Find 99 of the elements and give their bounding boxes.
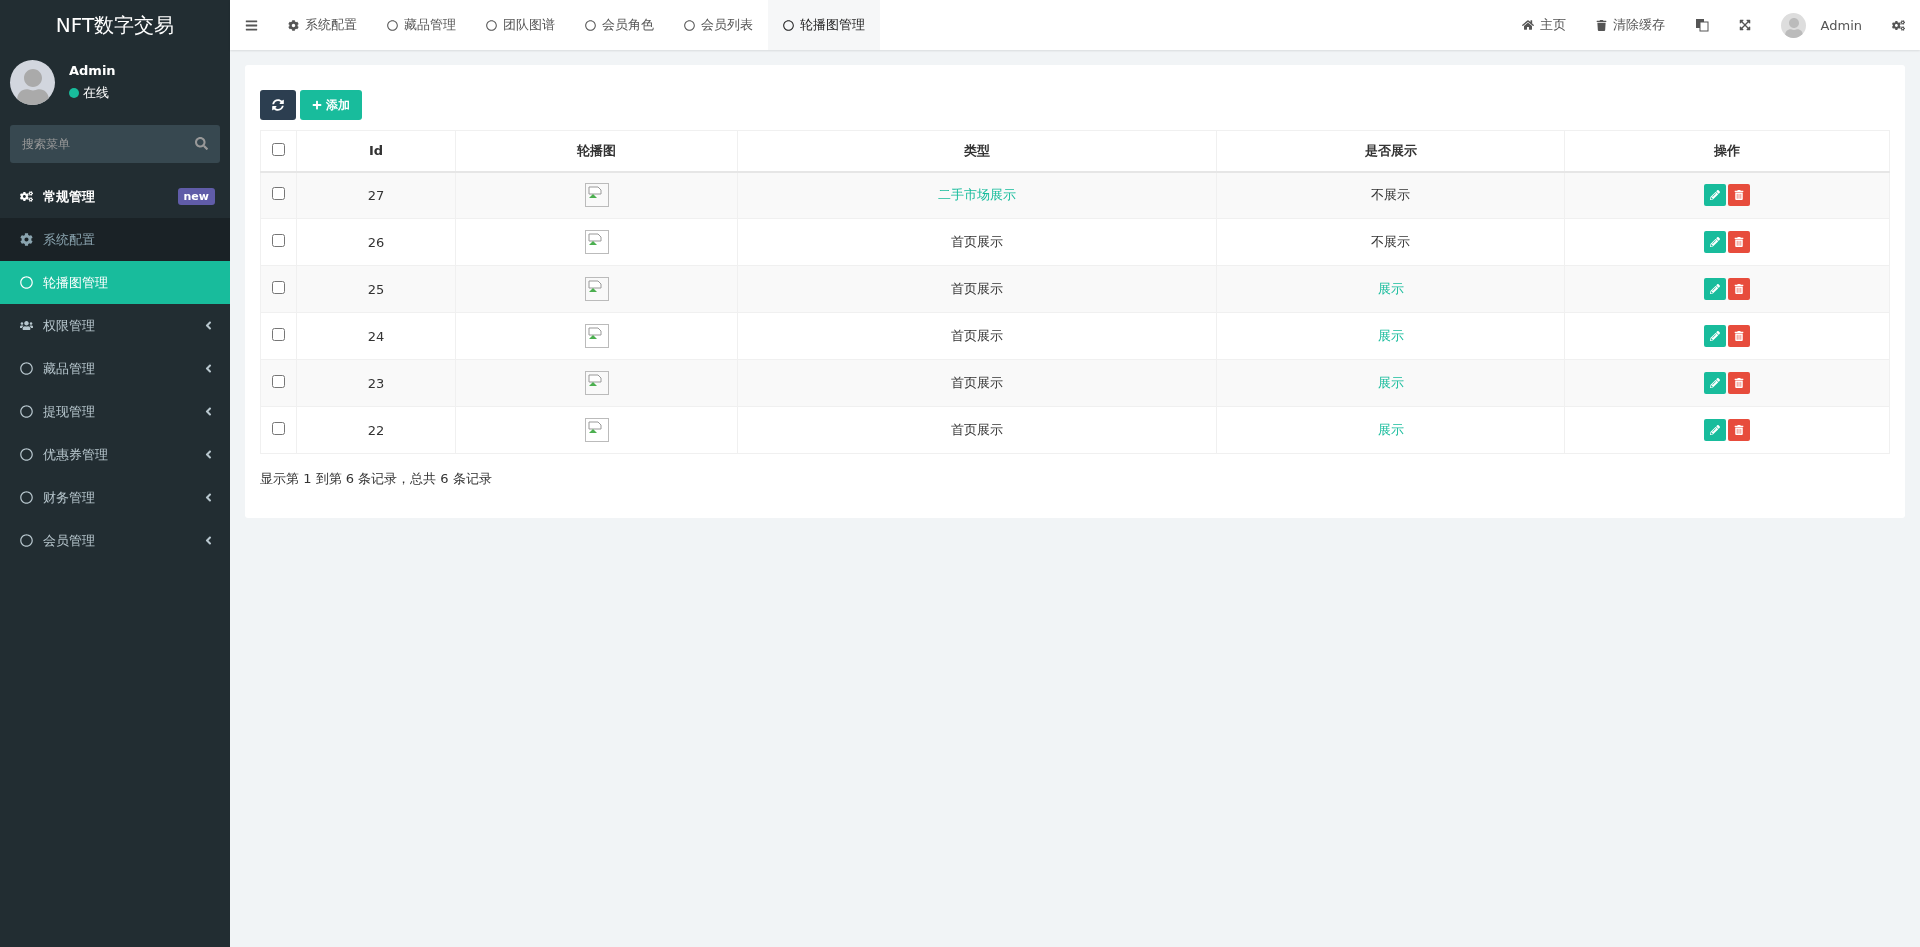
type-text: 首页展示 — [951, 328, 1003, 343]
broken-image-icon — [584, 418, 609, 442]
column-header: 类型 — [737, 130, 1217, 172]
display-status: 展示 — [1377, 328, 1404, 343]
gear-icon — [288, 19, 299, 31]
nav-tab[interactable]: 藏品管理 — [372, 0, 471, 50]
user-name: Admin — [69, 63, 116, 78]
row-checkbox[interactable] — [272, 187, 285, 201]
edit-button[interactable] — [1704, 325, 1726, 347]
broken-image-icon — [584, 277, 609, 301]
row-checkbox[interactable] — [272, 328, 285, 341]
header-link[interactable]: 主页 — [1507, 0, 1582, 50]
table-cell: 24 — [296, 312, 456, 360]
type-text: 二手市场展示 — [938, 187, 1016, 203]
nav-tab[interactable]: 轮播图管理 — [768, 0, 880, 50]
translate-icon — [1695, 18, 1710, 32]
broken-image-icon — [584, 324, 609, 348]
delete-button[interactable] — [1728, 419, 1750, 441]
row-checkbox[interactable] — [272, 375, 285, 388]
delete-button[interactable] — [1728, 278, 1750, 300]
table-cell: 22 — [296, 406, 456, 454]
table-cell: 23 — [296, 359, 456, 407]
nav-tab[interactable]: 会员列表 — [669, 0, 768, 50]
edit-button[interactable] — [1704, 278, 1726, 300]
column-header: 操作 — [1564, 130, 1890, 172]
sidebar-menu-item[interactable]: 权限管理 — [0, 304, 230, 347]
broken-image-icon — [584, 371, 609, 395]
display-status: 不展示 — [1371, 234, 1410, 249]
menu-icon — [245, 18, 258, 32]
nav-tab[interactable]: 系统配置 — [273, 0, 372, 50]
plus-icon — [312, 100, 322, 110]
expand-icon — [1739, 19, 1752, 31]
pagination-info: 显示第 1 到第 6 条记录，总共 6 条记录 — [260, 470, 493, 488]
sidebar-menu-item[interactable]: 会员管理 — [0, 519, 230, 562]
pencil-icon — [1710, 331, 1720, 341]
pencil-icon — [1710, 378, 1720, 388]
edit-button[interactable] — [1704, 231, 1726, 253]
sidebar-menu-item[interactable]: 常规管理 new — [0, 175, 230, 218]
delete-button[interactable] — [1728, 325, 1750, 347]
sidebar-submenu-item[interactable]: 系统配置 — [0, 218, 230, 261]
column-header: Id — [296, 130, 456, 172]
trash-icon — [1734, 237, 1744, 247]
trash-icon — [1734, 331, 1744, 341]
trash-icon — [1734, 425, 1744, 435]
cogs-icon — [20, 190, 33, 203]
avatar-icon — [1781, 12, 1807, 38]
gear-icon — [20, 233, 33, 246]
sidebar-menu-item[interactable]: 优惠券管理 — [0, 433, 230, 476]
brand-title: NFT数字交易 — [54, 11, 176, 39]
table-cell: 26 — [296, 218, 456, 266]
refresh-icon — [272, 99, 284, 111]
new-badge: new — [177, 188, 215, 205]
sidebar-menu-item[interactable]: 藏品管理 — [0, 347, 230, 390]
edit-button[interactable] — [1704, 372, 1726, 394]
edit-button[interactable] — [1704, 184, 1726, 207]
pencil-icon — [1710, 237, 1720, 247]
column-header: 是否展示 — [1216, 130, 1565, 172]
type-text: 首页展示 — [951, 234, 1003, 249]
display-status: 展示 — [1377, 281, 1404, 296]
menu-search-field[interactable]: 搜索菜单 — [10, 125, 220, 163]
delete-button[interactable] — [1728, 184, 1750, 207]
trash-icon — [1734, 284, 1744, 294]
row-checkbox[interactable] — [272, 234, 285, 247]
pencil-icon — [1710, 425, 1720, 435]
broken-image-icon — [584, 230, 609, 254]
user-avatar — [10, 60, 55, 105]
pencil-icon — [1710, 190, 1720, 201]
user-menu[interactable]: Admin — [1766, 0, 1877, 50]
broken-image-icon — [584, 183, 609, 208]
delete-button[interactable] — [1728, 231, 1750, 253]
nav-tab[interactable]: 会员角色 — [570, 0, 669, 50]
home-icon — [1522, 19, 1535, 31]
select-all-checkbox[interactable] — [272, 142, 285, 156]
type-text: 首页展示 — [951, 375, 1003, 390]
table-cell: 25 — [296, 265, 456, 313]
row-checkbox[interactable] — [272, 281, 285, 294]
nav-tab[interactable]: 团队图谱 — [471, 0, 570, 50]
sidebar-menu-item[interactable]: 财务管理 — [0, 476, 230, 519]
header-link[interactable]: 清除缓存 — [1581, 0, 1681, 50]
trash-icon — [1734, 378, 1744, 388]
users-icon — [20, 319, 33, 332]
type-text: 首页展示 — [951, 281, 1003, 296]
settings-icon — [1892, 18, 1905, 32]
trash-icon — [1734, 190, 1744, 201]
column-header: 轮播图 — [455, 130, 738, 172]
sidebar-menu-item[interactable]: 提现管理 — [0, 390, 230, 433]
delete-button[interactable] — [1728, 372, 1750, 394]
pencil-icon — [1710, 284, 1720, 294]
trash-icon — [1596, 19, 1608, 31]
row-checkbox[interactable] — [272, 422, 285, 435]
search-icon — [195, 137, 208, 150]
table-cell: 27 — [296, 171, 456, 219]
display-status: 展示 — [1377, 375, 1404, 390]
type-text: 首页展示 — [951, 422, 1003, 437]
edit-button[interactable] — [1704, 419, 1726, 441]
refresh-button[interactable] — [260, 90, 296, 120]
display-status: 展示 — [1377, 422, 1404, 437]
user-status: 在线 — [83, 84, 109, 102]
display-status: 不展示 — [1371, 187, 1410, 203]
